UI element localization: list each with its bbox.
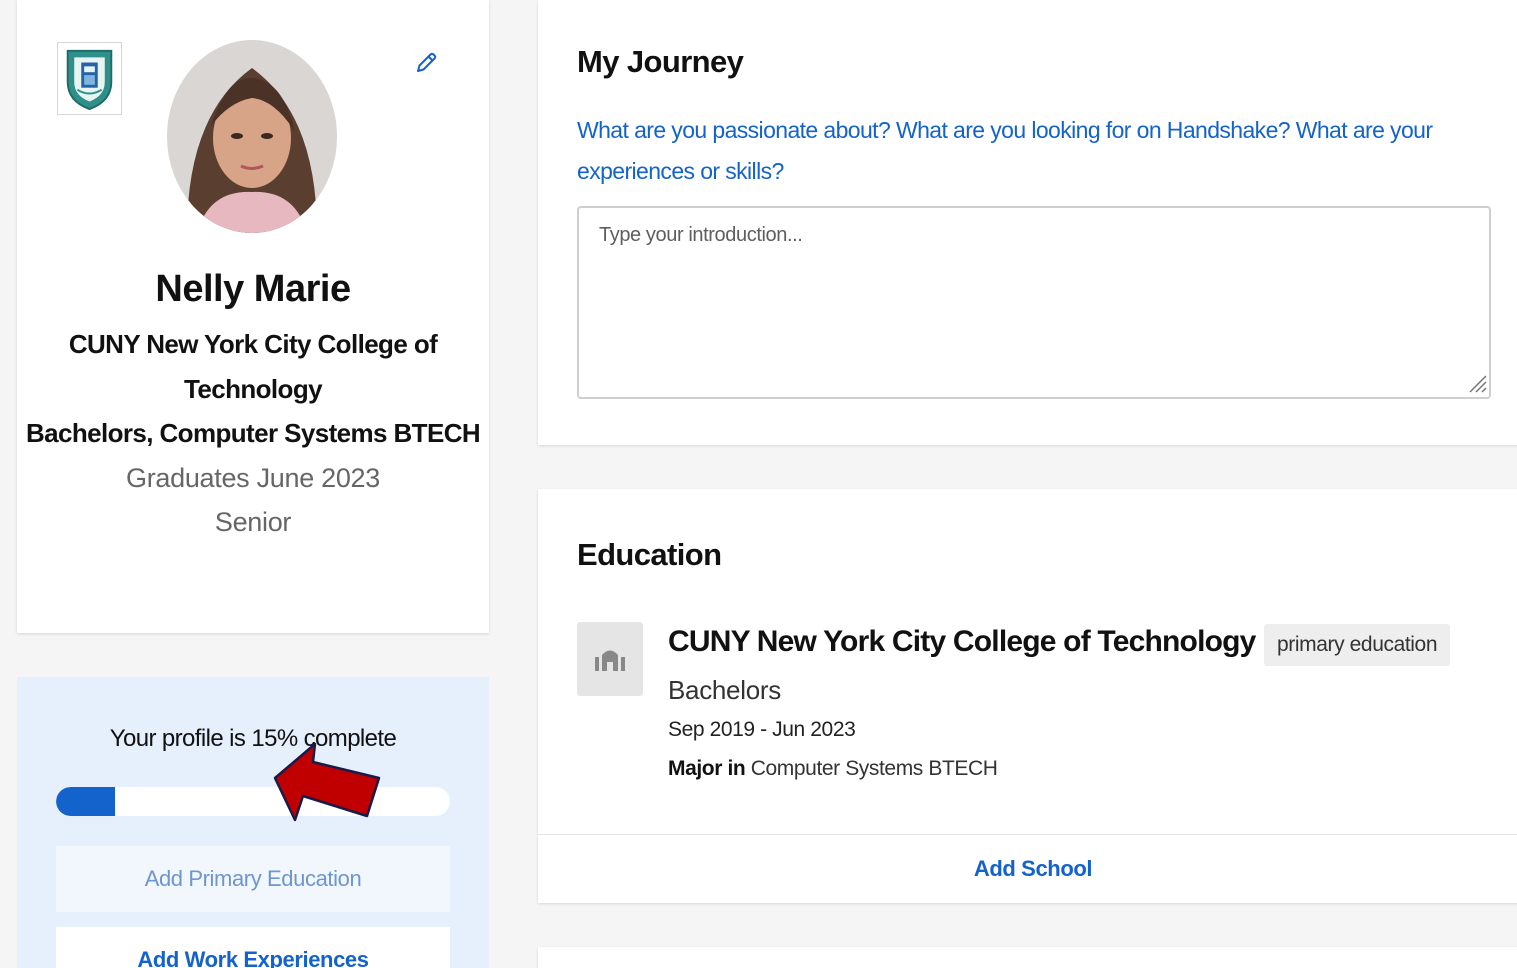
profile-page: Nelly Marie CUNY New York City College o… (0, 0, 1517, 968)
completion-progress-fill (56, 787, 116, 816)
primary-education-badge: primary education (1264, 624, 1451, 666)
journey-prompt: What are you passionate about? What are … (577, 117, 1433, 184)
profile-card: Nelly Marie CUNY New York City College o… (17, 0, 489, 633)
education-major-value: Computer Systems BTECH (750, 757, 998, 780)
completion-label: Your profile is 15% complete (109, 725, 397, 752)
school-logo (57, 42, 122, 115)
profile-class-year: Senior (214, 507, 292, 537)
add-work-experiences-button[interactable]: Add Work Experiences (56, 927, 450, 968)
profile-name: Nelly Marie (155, 268, 351, 310)
education-card: Education CUNY New York City College of … (538, 489, 1517, 903)
pencil-icon (417, 52, 437, 72)
my-journey-card: My Journey What are you passionate about… (538, 0, 1517, 445)
education-school-name[interactable]: CUNY New York City College of Technology (668, 625, 1256, 659)
edit-profile-button[interactable] (409, 46, 443, 80)
profile-graduation: Graduates June 2023 (126, 462, 380, 493)
add-school-button[interactable]: Add School (538, 835, 1517, 903)
education-title: Education (577, 537, 722, 572)
journey-title: My Journey (577, 44, 744, 79)
completion-progress-bar (56, 787, 450, 816)
school-crest-icon (66, 49, 113, 111)
education-major-prefix: Major in (668, 757, 746, 780)
profile-details: CUNY New York City College of Technology… (17, 322, 489, 545)
add-primary-education-button[interactable]: Add Primary Education (56, 846, 450, 912)
profile-degree-major: Bachelors, Computer Systems BTECH (25, 418, 481, 448)
school-building-icon (595, 650, 625, 671)
profile-completion-card: Your profile is 15% complete Add Primary… (17, 677, 489, 968)
avatar (167, 40, 337, 233)
education-major: Major in Computer Systems BTECH (668, 757, 998, 781)
education-dates: Sep 2019 - Jun 2023 (668, 718, 856, 741)
next-section-card (538, 947, 1517, 968)
school-placeholder-icon (577, 622, 643, 696)
education-degree: Bachelors (668, 675, 781, 705)
profile-photo (167, 40, 337, 233)
profile-school: CUNY New York City College of Technology (68, 329, 438, 404)
introduction-input[interactable] (577, 206, 1491, 399)
